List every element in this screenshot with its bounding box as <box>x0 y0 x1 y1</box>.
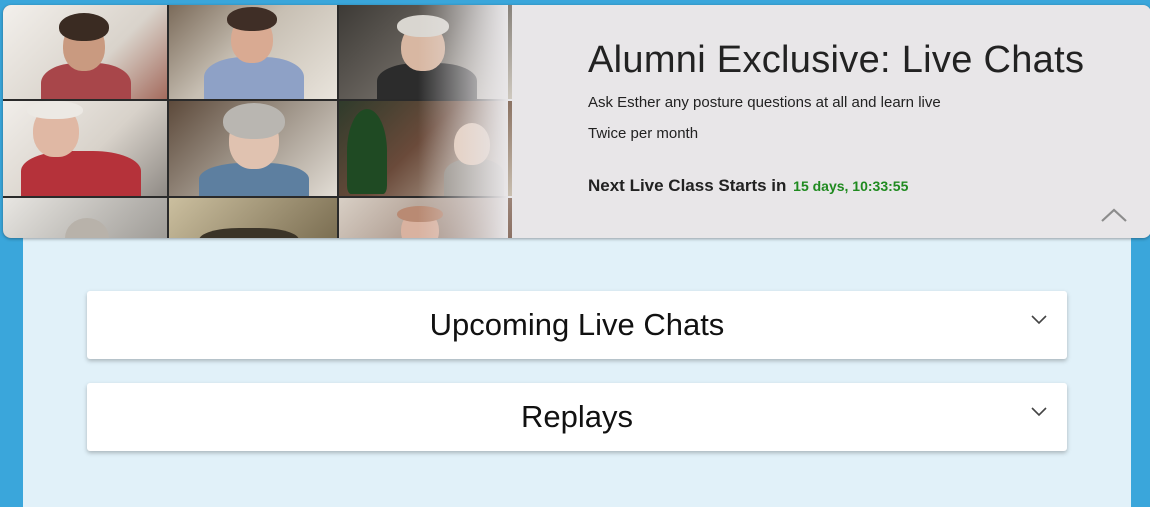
participant-tile <box>339 198 512 238</box>
frequency-text: Twice per month <box>588 125 699 142</box>
participant-tile <box>339 101 512 196</box>
page-title: Alumni Exclusive: Live Chats <box>588 39 1085 81</box>
chevron-up-icon <box>1101 208 1127 222</box>
page: Alumni Exclusive: Live Chats Ask Esther … <box>0 0 1150 507</box>
participant-tile <box>3 198 167 238</box>
participant-tile <box>169 198 337 238</box>
video-call-collage-image <box>3 5 512 238</box>
participant-tile <box>339 5 512 99</box>
participant-tile <box>169 101 337 196</box>
header-text: Alumni Exclusive: Live Chats Ask Esther … <box>588 5 1150 238</box>
accordion-title: Replays <box>521 399 633 434</box>
chevron-down-icon <box>1031 315 1047 325</box>
description: Ask Esther any posture questions at all … <box>588 94 941 111</box>
content-panel <box>23 232 1131 507</box>
live-chats-header: Alumni Exclusive: Live Chats Ask Esther … <box>3 5 1150 238</box>
next-class-label: Next Live Class Starts in <box>588 176 787 195</box>
countdown-timer: 15 days, 10:33:55 <box>793 178 909 194</box>
participant-tile <box>169 5 337 99</box>
next-class-info: Next Live Class Starts in 15 days, 10:33… <box>588 176 908 196</box>
upcoming-live-chats-accordion[interactable]: Upcoming Live Chats <box>87 291 1067 359</box>
accordion-title: Upcoming Live Chats <box>429 307 725 342</box>
participant-tile <box>3 101 167 196</box>
replays-accordion[interactable]: Replays <box>87 383 1067 451</box>
chevron-down-icon <box>1031 407 1047 417</box>
collapse-header-button[interactable] <box>1099 205 1129 225</box>
participant-tile <box>3 5 167 99</box>
